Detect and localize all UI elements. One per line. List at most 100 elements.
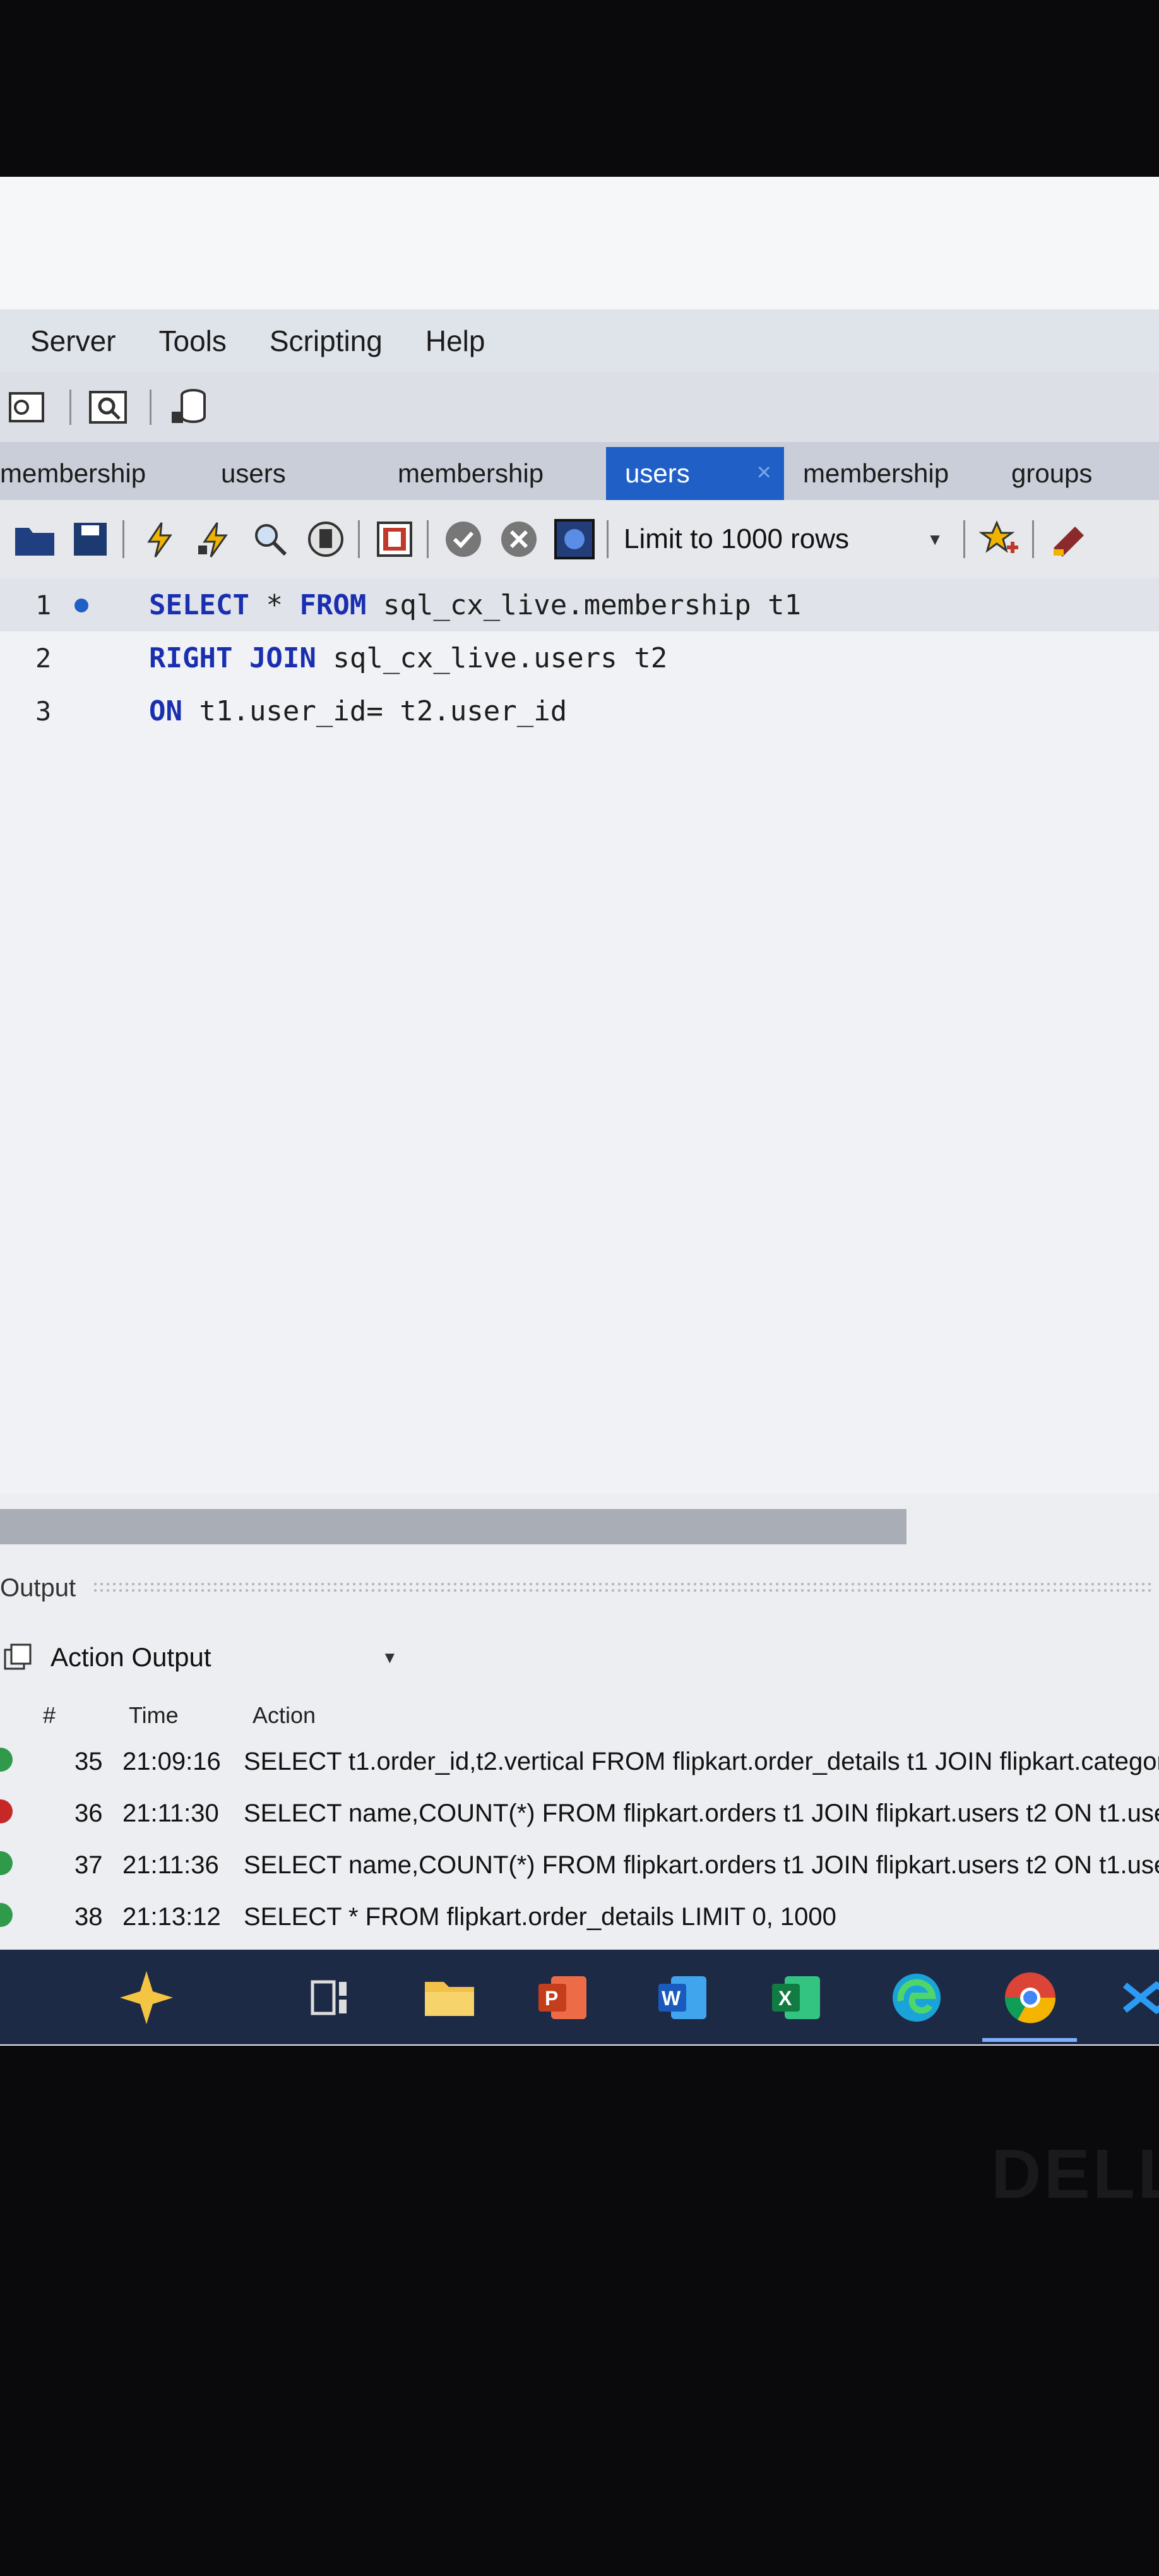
sql-editor[interactable]: 1 SELECT * FROM sql_cx_live.membership t… bbox=[0, 578, 1159, 1494]
success-icon bbox=[0, 1748, 13, 1772]
manage-connections-icon[interactable] bbox=[6, 385, 53, 429]
execute-icon[interactable] bbox=[138, 518, 180, 560]
active-app-indicator bbox=[982, 2038, 1077, 2042]
autocommit-icon[interactable] bbox=[554, 518, 595, 560]
success-icon bbox=[0, 1851, 13, 1875]
horizontal-scrollbar[interactable] bbox=[0, 1509, 906, 1544]
menu-bar: Server Tools Scripting Help bbox=[0, 309, 1159, 373]
output-panel-icon bbox=[4, 1643, 32, 1670]
output-selector-bar: Action Output ▼ bbox=[0, 1623, 1159, 1692]
toggle-output-icon[interactable] bbox=[374, 518, 415, 560]
monitor-screen: Server Tools Scripting Help membership u… bbox=[0, 177, 1159, 2046]
line-number: 1 bbox=[35, 589, 52, 621]
limit-rows-select[interactable]: Limit to 1000 rows ▼ bbox=[624, 515, 952, 563]
close-icon[interactable]: × bbox=[757, 458, 771, 487]
excel-icon[interactable]: X bbox=[764, 1965, 829, 2030]
explain-icon[interactable] bbox=[249, 518, 291, 560]
tab-label: membership bbox=[398, 458, 544, 488]
menu-server[interactable]: Server bbox=[30, 324, 116, 358]
menu-help[interactable]: Help bbox=[425, 324, 485, 358]
execute-statement-icon[interactable] bbox=[194, 518, 235, 560]
code-text: SELECT * FROM sql_cx_live.membership t1 bbox=[149, 589, 801, 621]
column-number: # bbox=[43, 1702, 56, 1728]
tab-label: users bbox=[625, 458, 690, 488]
separator bbox=[358, 520, 360, 558]
row-number: 35 bbox=[74, 1748, 103, 1775]
output-title: Output bbox=[0, 1573, 76, 1602]
menu-tools[interactable]: Tools bbox=[158, 324, 226, 358]
tab-label: membership bbox=[803, 458, 949, 488]
separator bbox=[607, 520, 609, 558]
statement-marker-icon bbox=[74, 599, 88, 612]
vscode-icon[interactable] bbox=[1111, 1965, 1159, 2030]
keyword: FROM bbox=[299, 588, 367, 621]
task-view-icon[interactable] bbox=[297, 1965, 362, 2030]
code-text: ON t1.user_id= t2.user_id bbox=[149, 695, 567, 727]
success-icon bbox=[0, 1903, 13, 1927]
column-time: Time bbox=[129, 1702, 179, 1728]
query-tab-bar: membership users membership users × memb… bbox=[0, 442, 1159, 500]
row-action: SELECT name,COUNT(*) FROM flipkart.order… bbox=[244, 1851, 1159, 1879]
row-action: SELECT * FROM flipkart.order_details LIM… bbox=[244, 1903, 836, 1931]
commit-icon[interactable] bbox=[443, 518, 484, 560]
dell-logo: DELL bbox=[991, 2135, 1159, 2213]
file-explorer-icon[interactable] bbox=[417, 1965, 482, 2030]
output-type-select[interactable]: Action Output bbox=[51, 1642, 211, 1673]
tab-label: membership bbox=[0, 458, 146, 488]
line-number: 2 bbox=[35, 642, 52, 674]
tab-users-active[interactable]: users × bbox=[606, 447, 784, 500]
svg-text:X: X bbox=[778, 1987, 792, 2010]
tab-membership-1[interactable]: membership bbox=[0, 447, 208, 500]
limit-rows-label: Limit to 1000 rows bbox=[624, 523, 850, 554]
output-row[interactable]: 35 21:09:16 SELECT t1.order_id,t2.vertic… bbox=[0, 1736, 1159, 1788]
separator bbox=[122, 520, 124, 558]
tab-users-1[interactable]: users bbox=[208, 447, 391, 500]
save-icon[interactable] bbox=[69, 518, 111, 560]
editor-line-3[interactable]: 3 ON t1.user_id= t2.user_id bbox=[0, 684, 1159, 737]
menu-scripting[interactable]: Scripting bbox=[270, 324, 383, 358]
column-action: Action bbox=[253, 1702, 316, 1728]
tab-membership-3[interactable]: membership bbox=[784, 447, 999, 500]
sql-editor-toolbar: Limit to 1000 rows ▼ bbox=[0, 500, 1159, 580]
editor-line-1[interactable]: 1 SELECT * FROM sql_cx_live.membership t… bbox=[0, 578, 1159, 631]
output-row[interactable]: 38 21:13:12 SELECT * FROM flipkart.order… bbox=[0, 1892, 1159, 1943]
powerpoint-icon[interactable]: P bbox=[530, 1965, 596, 2030]
windows-taskbar: P W X bbox=[0, 1950, 1159, 2044]
copilot-icon[interactable] bbox=[114, 1965, 179, 2030]
row-action: SELECT t1.order_id,t2.vertical FROM flip… bbox=[244, 1748, 1159, 1775]
edge-icon[interactable] bbox=[884, 1965, 949, 2030]
word-icon[interactable]: W bbox=[650, 1965, 716, 2030]
beautify-icon[interactable] bbox=[1048, 518, 1090, 560]
row-number: 37 bbox=[74, 1851, 103, 1879]
chrome-icon[interactable] bbox=[997, 1965, 1063, 2030]
row-number: 36 bbox=[74, 1799, 103, 1827]
svg-text:W: W bbox=[662, 1987, 681, 2010]
row-number: 38 bbox=[74, 1903, 103, 1931]
row-time: 21:09:16 bbox=[122, 1748, 221, 1775]
separator bbox=[69, 390, 71, 425]
svg-text:P: P bbox=[545, 1987, 558, 2010]
tab-groups[interactable]: groups bbox=[999, 447, 1159, 500]
separator bbox=[1032, 520, 1034, 558]
add-snippet-icon[interactable] bbox=[979, 518, 1021, 560]
output-row[interactable]: 36 21:11:30 SELECT name,COUNT(*) FROM fl… bbox=[0, 1788, 1159, 1840]
folder-icon[interactable] bbox=[14, 518, 56, 560]
tab-membership-2[interactable]: membership bbox=[391, 447, 606, 500]
tab-label: users bbox=[221, 458, 286, 488]
error-icon bbox=[0, 1799, 13, 1823]
output-table-header: # Time Action bbox=[0, 1692, 1159, 1736]
database-icon[interactable] bbox=[167, 385, 213, 429]
inspector-icon[interactable] bbox=[86, 385, 133, 429]
row-time: 21:11:36 bbox=[122, 1851, 219, 1879]
title-bar bbox=[0, 177, 1159, 309]
editor-line-2[interactable]: 2 RIGHT JOIN sql_cx_live.users t2 bbox=[0, 631, 1159, 684]
rollback-icon[interactable] bbox=[498, 518, 540, 560]
chevron-down-icon[interactable]: ▼ bbox=[381, 1648, 398, 1667]
row-time: 21:13:12 bbox=[122, 1903, 221, 1931]
line-number: 3 bbox=[35, 695, 52, 727]
keyword: SELECT bbox=[149, 588, 249, 621]
stop-icon[interactable] bbox=[305, 518, 347, 560]
splitter-handle[interactable] bbox=[92, 1581, 1153, 1595]
code-token: sql_cx_live.membership t1 bbox=[366, 588, 802, 621]
output-row[interactable]: 37 21:11:36 SELECT name,COUNT(*) FROM fl… bbox=[0, 1840, 1159, 1892]
